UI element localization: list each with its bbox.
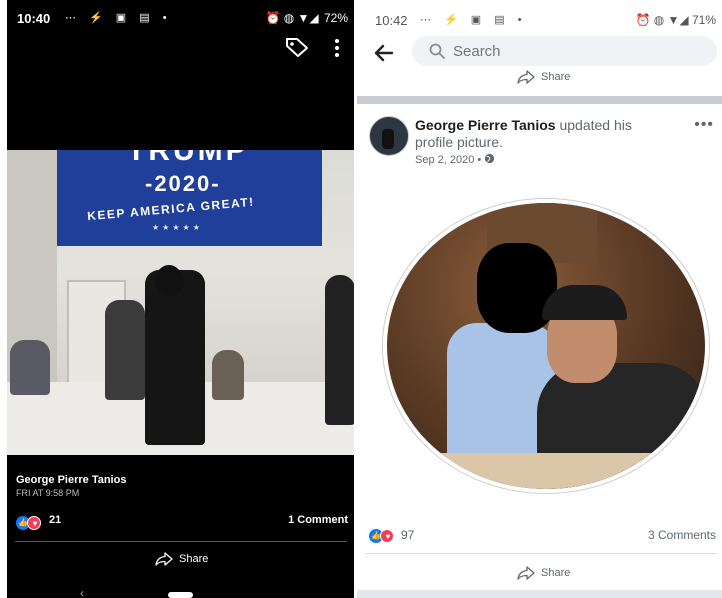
divider: [15, 541, 347, 542]
nav-back-button[interactable]: ‹: [80, 586, 84, 598]
reactions[interactable]: 👍 ♥: [369, 527, 394, 545]
comments-count[interactable]: 1 Comment: [288, 514, 348, 526]
banner-text-slogan: KEEP AMERICA GREAT!: [86, 194, 256, 224]
banner-stars: ★★★★★: [152, 223, 203, 232]
photo-person-center: [145, 270, 205, 445]
notification-icons: ⋯ ⚡ ▣ ▤ •: [420, 14, 527, 26]
status-time: 10:40: [17, 11, 51, 26]
photo-adult-cap: [542, 285, 627, 320]
photo-banner: TRUMP -2020- KEEP AMERICA GREAT! ★★★★★: [57, 150, 322, 246]
system-icons: ⏰ ◍ ▼◢ 71%: [635, 13, 716, 27]
tag-icon[interactable]: [284, 36, 310, 58]
feed-separator: [357, 96, 722, 104]
notification-icons: ⋯ ⚡ ▣ ▤ •: [65, 12, 172, 24]
photo-person-left: [105, 300, 145, 400]
left-phone-screen: 10:40 ⋯ ⚡ ▣ ▤ • ⏰ ◍ ▼◢ 72% TRUMP -2020- …: [7, 0, 354, 598]
share-icon: [155, 552, 173, 566]
system-icons-glyphs: ⏰ ◍ ▼◢: [265, 11, 319, 25]
share-label: Share: [541, 70, 571, 83]
love-icon: ♥: [27, 515, 41, 530]
share-button[interactable]: Share: [517, 566, 570, 580]
comments-count[interactable]: 3 Comments: [648, 528, 716, 542]
share-label: Share: [541, 566, 571, 579]
post-author[interactable]: George Pierre Tanios: [415, 117, 556, 133]
reaction-count[interactable]: 97: [401, 528, 414, 542]
photo-table: [387, 453, 705, 489]
system-icons-glyphs: ⏰ ◍ ▼◢: [635, 13, 689, 27]
photo-person-center-head: [155, 265, 183, 297]
share-button-previous-post[interactable]: Share: [517, 70, 570, 84]
photo-person-right: [325, 275, 354, 425]
post-author[interactable]: George Pierre Tanios: [16, 474, 126, 486]
share-label: Share: [179, 552, 209, 565]
share-icon: [517, 70, 535, 84]
avatar[interactable]: [369, 116, 409, 156]
battery-level: 72%: [323, 11, 348, 25]
feed-separator-bottom: [357, 590, 722, 598]
share-icon: [517, 566, 535, 580]
photo-person-sitting: [212, 350, 244, 400]
search-input[interactable]: [453, 43, 693, 60]
search-icon: [429, 43, 445, 59]
status-bar: 10:40 ⋯ ⚡ ▣ ▤ • ⏰ ◍ ▼◢ 72%: [7, 8, 354, 30]
reaction-count[interactable]: 21: [49, 514, 61, 526]
banner-text-trump: TRUMP: [127, 150, 249, 167]
post-timestamp: FRI AT 9:58 PM: [16, 488, 80, 498]
more-options-button[interactable]: •••: [694, 116, 714, 134]
divider: [365, 553, 717, 554]
post-date-text: Sep 2, 2020 •: [415, 154, 482, 166]
reactions[interactable]: 👍 ♥: [16, 514, 41, 532]
profile-picture[interactable]: [383, 199, 709, 493]
status-bar: 10:42 ⋯ ⚡ ▣ ▤ • ⏰ ◍ ▼◢ 71%: [357, 8, 722, 30]
post-date[interactable]: Sep 2, 2020 •: [415, 153, 495, 166]
right-phone-screen: 10:42 ⋯ ⚡ ▣ ▤ • ⏰ ◍ ▼◢ 71% Share George …: [357, 0, 722, 598]
status-time: 10:42: [375, 13, 408, 28]
love-icon: ♥: [380, 528, 394, 543]
post-header-text: George Pierre Tanios updated his profile…: [415, 117, 670, 151]
nav-home-button[interactable]: [168, 592, 193, 598]
more-vertical-icon[interactable]: [330, 38, 344, 58]
banner-text-year: -2020-: [145, 171, 221, 196]
share-button[interactable]: Share: [155, 552, 208, 566]
system-icons: ⏰ ◍ ▼◢ 72%: [265, 11, 348, 25]
globe-icon: [485, 153, 495, 164]
post-photo[interactable]: TRUMP -2020- KEEP AMERICA GREAT! ★★★★★: [7, 150, 354, 455]
photo-person-crouch: [10, 340, 50, 395]
back-arrow-icon[interactable]: [374, 44, 394, 62]
battery-level: 71%: [691, 13, 716, 27]
